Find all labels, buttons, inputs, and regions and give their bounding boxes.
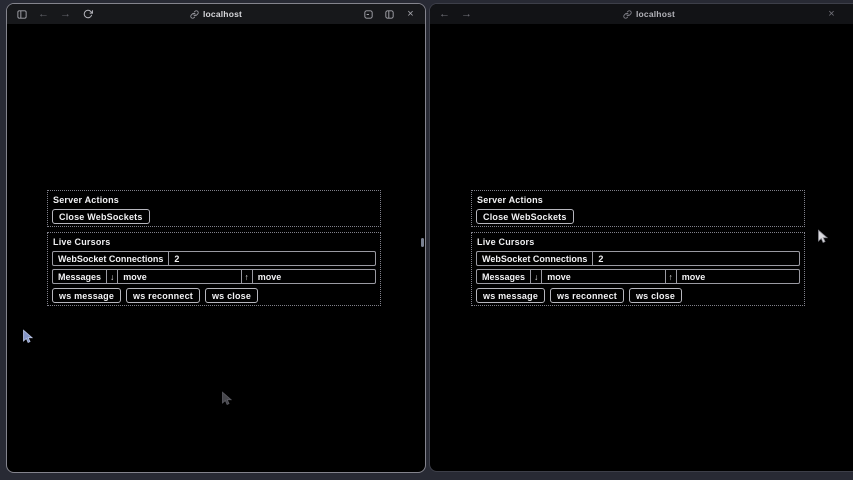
titlebar: ← → localhost: [7, 4, 425, 24]
messages-label: Messages: [477, 270, 531, 283]
titlebar: ← → localhost ×: [430, 4, 853, 24]
url-text[interactable]: localhost: [203, 9, 242, 19]
messages-row: Messages ↓ move ↑ move: [52, 269, 376, 284]
down-arrow-icon: ↓: [531, 270, 542, 283]
close-icon[interactable]: ×: [404, 7, 417, 21]
back-icon[interactable]: ←: [438, 7, 451, 21]
link-icon: [190, 10, 199, 19]
connections-value: 2: [593, 252, 799, 265]
split-view-icon[interactable]: [383, 7, 396, 21]
live-cursors-title: Live Cursors: [476, 236, 800, 248]
server-actions-title: Server Actions: [476, 194, 800, 206]
close-icon[interactable]: ×: [825, 7, 838, 21]
connections-value: 2: [169, 252, 375, 265]
server-actions-panel: Server Actions Close WebSockets: [47, 190, 381, 227]
forward-icon[interactable]: →: [460, 7, 473, 21]
back-icon[interactable]: ←: [37, 7, 50, 21]
scrollbar-thumb[interactable]: [421, 238, 424, 247]
ws-close-button[interactable]: ws close: [629, 288, 682, 303]
reader-view-icon[interactable]: [362, 7, 375, 21]
browser-window-left: ← → localhost: [6, 3, 426, 473]
last-up-message: move: [677, 270, 799, 283]
live-cursors-title: Live Cursors: [52, 236, 376, 248]
browser-window-right: ← → localhost × Server Actions Close Web…: [429, 3, 853, 472]
link-icon: [623, 10, 632, 19]
messages-label: Messages: [53, 270, 107, 283]
up-arrow-icon: ↑: [666, 270, 677, 283]
ws-message-button[interactable]: ws message: [476, 288, 545, 303]
refresh-icon[interactable]: [81, 7, 94, 21]
down-arrow-icon: ↓: [107, 270, 118, 283]
last-up-message: move: [253, 270, 375, 283]
ws-message-button[interactable]: ws message: [52, 288, 121, 303]
connections-row: WebSocket Connections 2: [52, 251, 376, 266]
last-down-message: move: [118, 270, 241, 283]
last-down-message: move: [542, 270, 665, 283]
up-arrow-icon: ↑: [242, 270, 253, 283]
sidebar-toggle-icon[interactable]: [15, 7, 28, 21]
close-websockets-button[interactable]: Close WebSockets: [52, 209, 150, 224]
messages-row: Messages ↓ move ↑ move: [476, 269, 800, 284]
close-websockets-button[interactable]: Close WebSockets: [476, 209, 574, 224]
connections-row: WebSocket Connections 2: [476, 251, 800, 266]
titlebar-left-controls: ← →: [438, 7, 473, 21]
titlebar-left-controls: ← →: [15, 7, 94, 21]
ws-close-button[interactable]: ws close: [205, 288, 258, 303]
server-actions-panel: Server Actions Close WebSockets: [471, 190, 805, 227]
address-display: localhost: [430, 4, 853, 24]
live-cursors-panel: Live Cursors WebSocket Connections 2 Mes…: [47, 232, 381, 306]
forward-icon[interactable]: →: [59, 7, 72, 21]
live-cursors-panel: Live Cursors WebSocket Connections 2 Mes…: [471, 232, 805, 306]
titlebar-right-controls: ×: [362, 7, 417, 21]
url-text[interactable]: localhost: [636, 9, 675, 19]
connections-label: WebSocket Connections: [53, 252, 169, 265]
connections-label: WebSocket Connections: [477, 252, 593, 265]
ws-reconnect-button[interactable]: ws reconnect: [126, 288, 200, 303]
ws-reconnect-button[interactable]: ws reconnect: [550, 288, 624, 303]
titlebar-right-controls: ×: [825, 7, 838, 21]
server-actions-title: Server Actions: [52, 194, 376, 206]
